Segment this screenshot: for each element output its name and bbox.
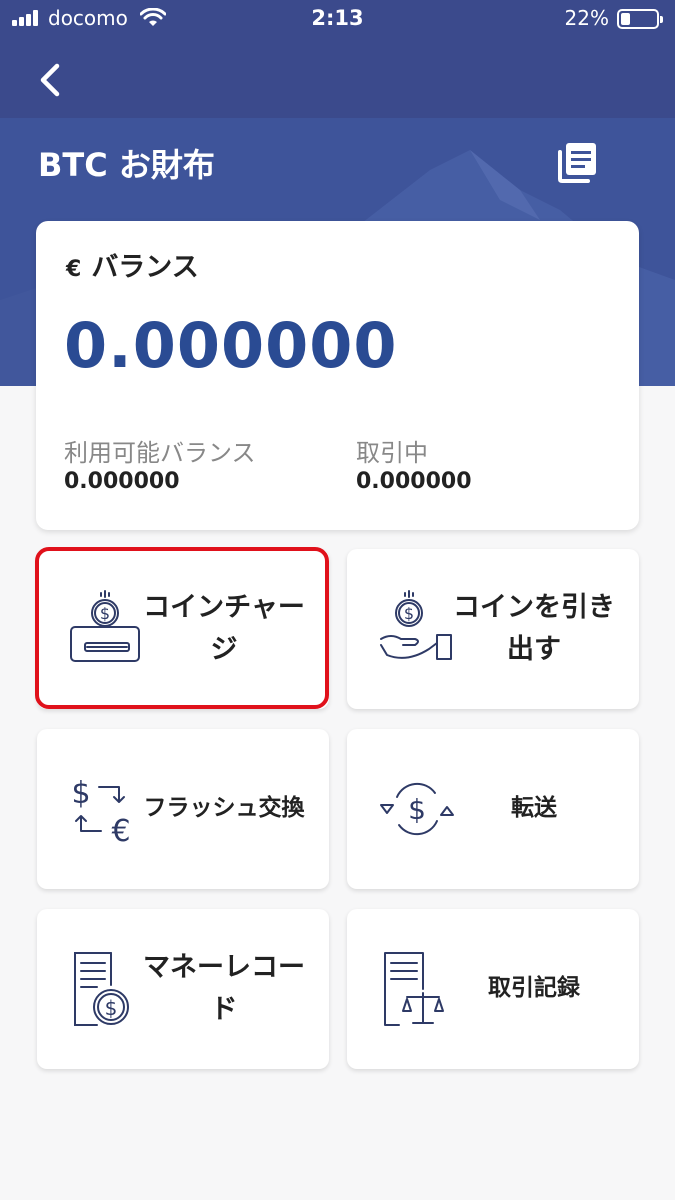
money-record-button[interactable]: $ マネーレコード — [37, 909, 329, 1069]
svg-text:$: $ — [404, 604, 414, 623]
battery-icon — [617, 9, 663, 29]
available-balance-label: 利用可能バランス — [64, 439, 256, 467]
trading-value: 0.000000 — [356, 469, 472, 494]
available-balance-value: 0.000000 — [64, 469, 180, 494]
status-bar: docomo 2:13 22% — [0, 0, 675, 38]
transfer-button[interactable]: $ 転送 — [347, 729, 639, 889]
money-record-label: マネーレコード — [143, 952, 305, 1025]
battery-percentage: 22% — [564, 6, 609, 30]
svg-text:$: $ — [105, 996, 118, 1020]
back-button[interactable] — [30, 58, 74, 102]
highlight-frame — [35, 547, 329, 709]
transaction-record-label: 取引記録 — [488, 975, 580, 1002]
chevron-left-icon — [40, 63, 60, 97]
document-list-icon — [558, 143, 596, 183]
currency-symbol: € — [66, 257, 82, 282]
svg-text:€: € — [111, 814, 130, 849]
balance-title: バランス — [91, 252, 199, 283]
flash-exchange-label: フラッシュ交換 — [143, 795, 305, 822]
money-record-icon: $ — [74, 952, 129, 1026]
coin-withdraw-icon: $ — [380, 590, 452, 660]
coin-withdraw-button[interactable]: $ コインを引き出す — [347, 549, 639, 709]
trading-label: 取引中 — [356, 439, 428, 467]
transaction-record-icon — [384, 952, 444, 1026]
records-button[interactable] — [556, 140, 600, 184]
balance-value: 0.000000 — [64, 309, 398, 382]
balance-label: € バランス — [66, 245, 199, 284]
svg-text:$: $ — [71, 776, 90, 811]
transfer-icon: $ — [380, 782, 454, 836]
flash-exchange-icon: $ € — [71, 776, 130, 849]
flash-exchange-button[interactable]: $ € フラッシュ交換 — [37, 729, 329, 889]
balance-card: € バランス 0.000000 利用可能バランス 0.000000 取引中 0.0… — [36, 221, 639, 530]
transaction-record-button[interactable]: 取引記録 — [347, 909, 639, 1069]
page-title: BTC お財布 — [38, 146, 215, 184]
svg-text:$: $ — [408, 793, 426, 826]
coin-withdraw-label: コインを引き出す — [453, 592, 615, 665]
transfer-label: 転送 — [511, 795, 557, 822]
